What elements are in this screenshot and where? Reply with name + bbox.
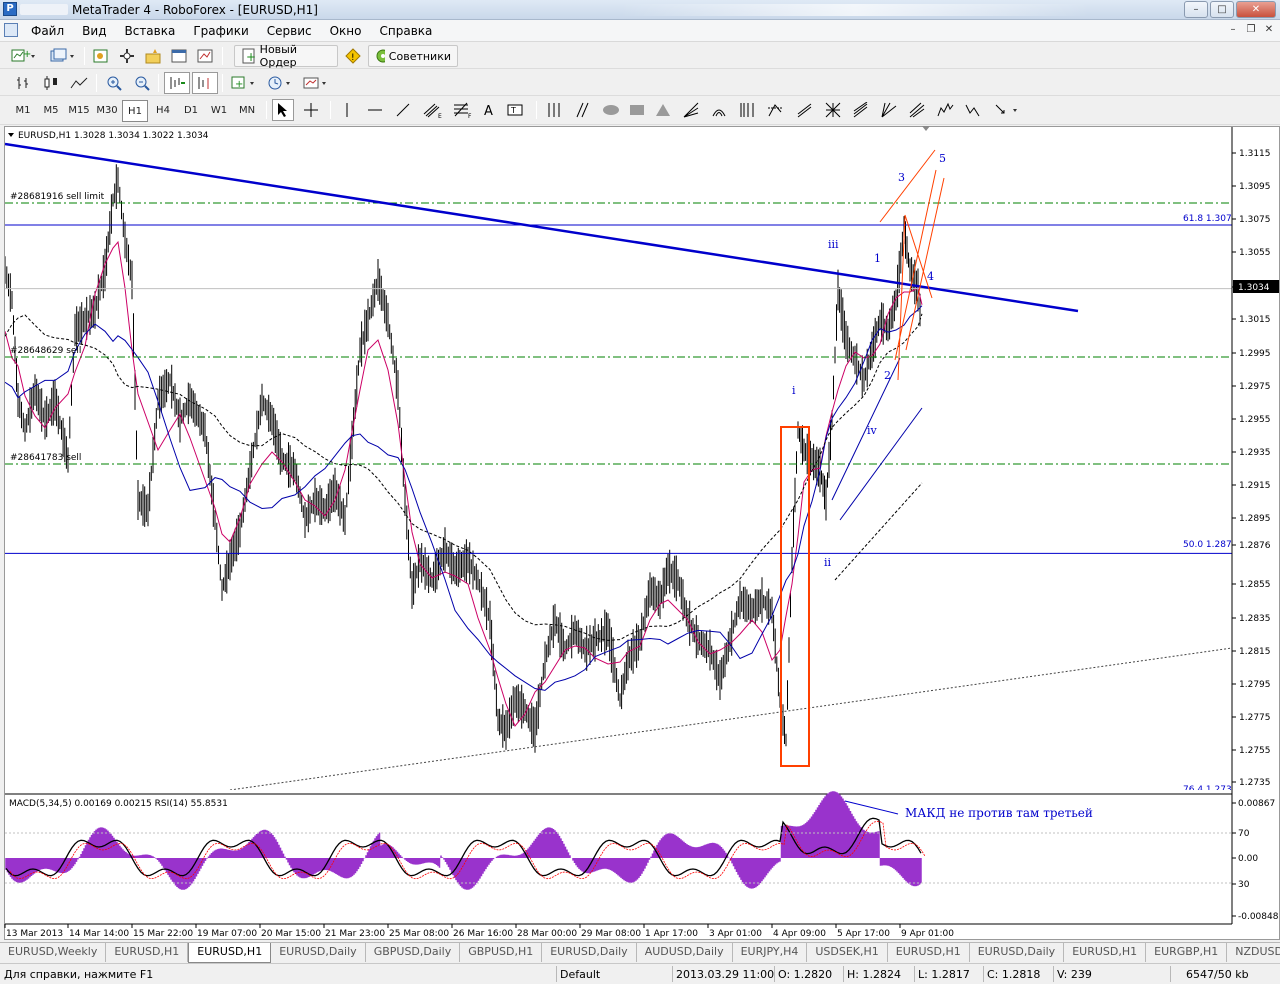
status-close: C: 1.2818 [987,968,1041,981]
chart-tab[interactable]: EURUSD,H1 [188,943,272,963]
time-tick-label: 14 Mar 14:00 [69,929,129,939]
order-level-label: #28648629 sell [10,346,81,356]
wave-label: 1 [874,252,881,265]
indicator-tick-label: 30 [1238,880,1250,890]
indicator-note: МАКД не против там третьей [905,806,1093,820]
chart-tab[interactable]: EURJPY,H4 [733,943,808,962]
indicator-tick-label: 0.00 [1238,854,1258,864]
chart-tabs: EURUSD,Weekly EURUSD,H1 EURUSD,H1 EURUSD,Da… [0,942,1280,963]
chart-header: EURUSD,H1 1.3028 1.3034 1.3022 1.3034 [18,131,209,141]
price-tick-label: 1.2975 [1239,382,1271,392]
wave-label: ii [824,556,832,569]
status-volume: V: 239 [1057,968,1092,981]
status-low: L: 1.2817 [918,968,970,981]
time-tick-label: 5 Apr 17:00 [837,929,890,939]
ma-projection-line [834,482,923,581]
fib-label: 50.0 1.2876 [1183,540,1238,550]
price-tick-label: 1.2755 [1239,746,1271,756]
chart-tab[interactable]: EURUSD,Daily [271,943,366,962]
time-tick-label: 4 Apr 09:00 [773,929,826,939]
current-price-label: 1.3034 [1238,283,1270,293]
status-time: 2013.03.29 11:00 [676,968,775,981]
wave-label: 4 [927,270,934,283]
indicator-header: MACD(5,34,5) 0.00169 0.00215 RSI(14) 55.… [9,799,228,809]
chart-canvas[interactable]: #28681916 sell limit #28648629 sell #28641… [0,0,1280,984]
wave-label: iv [867,424,878,437]
trendline [5,142,1079,313]
wave-label: 5 [939,152,946,165]
wave-label: iii [828,238,839,251]
chart-tab[interactable]: GBPUSD,Daily [366,943,461,962]
time-tick-label: 9 Apr 01:00 [901,929,954,939]
time-tick-label: 13 Mar 2013 [6,929,63,939]
price-tick-label: 1.2775 [1239,713,1271,723]
chart-tab[interactable]: NZDUSD,H [1227,943,1280,962]
chart-tab[interactable]: EURUSD,H1 [106,943,189,962]
chart-tab[interactable]: EURUSD,H1 [1064,943,1147,962]
note-pointer [844,800,899,815]
time-tick-label: 26 Mar 16:00 [453,929,513,939]
order-level-label: #28681916 sell limit [10,192,105,202]
chart-tab[interactable]: GBPUSD,H1 [460,943,543,962]
price-tick-label: 1.2876 [1239,541,1271,551]
time-tick-label: 20 Mar 15:00 [261,929,321,939]
wave-label: 2 [884,369,891,382]
time-tick-label: 1 Apr 17:00 [645,929,698,939]
price-tick-label: 1.2735 [1239,778,1271,788]
price-tick-label: 1.3095 [1239,182,1271,192]
time-tick-label: 3 Apr 01:00 [709,929,762,939]
indicator-tick-label: 0.00867 [1238,799,1275,809]
price-tick-label: 1.2915 [1239,481,1271,491]
chart-tab[interactable]: EURUSD,Daily [542,943,637,962]
support-line [229,647,1232,790]
chart-tab[interactable]: AUDUSD,Daily [637,943,733,962]
status-high: H: 1.2824 [847,968,901,981]
status-profile: Default [560,968,601,981]
time-tick-label: 28 Mar 00:00 [517,929,577,939]
status-help: Для справки, нажмите F1 [4,968,154,981]
price-tick-label: 1.3015 [1239,315,1271,325]
chart-tab[interactable]: EURUSD,Weekly [0,943,107,962]
wave-label: i [792,384,796,397]
status-bar: Для справки, нажмите F1 Default 2013.03.… [0,963,1280,984]
indicator-tick-label: -0.00848 [1238,912,1279,922]
price-tick-label: 1.2995 [1239,349,1271,359]
price-bars [5,164,921,753]
order-level-label: #28641783 sell [10,453,81,463]
ma-fast-line [5,240,923,727]
time-tick-label: 21 Mar 23:00 [325,929,385,939]
time-tick-label: 19 Mar 07:00 [197,929,257,939]
price-tick-label: 1.2795 [1239,680,1271,690]
status-traffic: 6547/50 kb [1186,968,1249,981]
price-tick-label: 1.2815 [1239,647,1271,657]
price-tick-label: 1.3075 [1239,215,1271,225]
price-tick-label: 1.2935 [1239,448,1271,458]
indicator-tick-label: 70 [1238,829,1250,839]
main-chart-layer: #28681916 sell limit #28648629 sell #28641… [5,142,1238,790]
chart-header-arrow-icon [8,133,14,137]
ma-long-line [5,313,923,641]
chart-tab[interactable]: EURUSD,H1 [888,943,970,962]
fib-label: 61.8 1.3072 [1183,214,1237,224]
price-tick-label: 1.2955 [1239,415,1271,425]
time-tick-label: 15 Mar 22:00 [133,929,193,939]
price-tick-label: 1.3115 [1239,149,1271,159]
chart-tab[interactable]: EURGBP,H1 [1146,943,1228,962]
time-tick-label: 25 Mar 08:00 [389,929,449,939]
chart-tab[interactable]: EURUSD,Daily [970,943,1065,962]
chart-tab[interactable]: USDSEK,H1 [807,943,888,962]
status-open: O: 1.2820 [778,968,833,981]
ma-projection-blue [839,407,923,521]
time-tick-label: 29 Mar 08:00 [581,929,641,939]
price-tick-label: 1.2835 [1239,614,1271,624]
chart-shift-marker-icon [922,126,930,131]
wave-label: 3 [898,171,905,184]
price-tick-label: 1.3055 [1239,248,1271,258]
price-tick-label: 1.2895 [1239,514,1271,524]
price-tick-label: 1.2855 [1239,580,1271,590]
